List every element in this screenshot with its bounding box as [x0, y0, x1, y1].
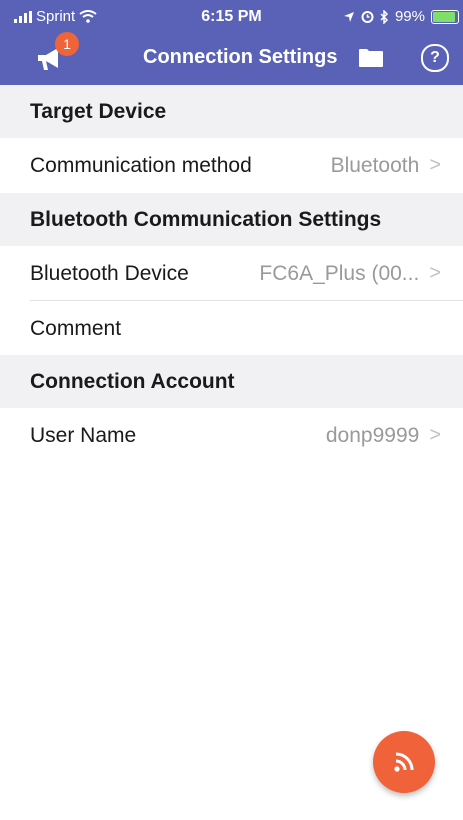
comment-label: Comment: [30, 316, 122, 340]
bluetooth-device-label: Bluetooth Device: [30, 261, 189, 285]
folder-icon[interactable]: [358, 48, 384, 68]
user-name-label: User Name: [30, 423, 137, 447]
user-name-value: donp9999: [325, 423, 420, 447]
broadcast-icon: [394, 752, 414, 772]
app-bar: 1 Connection Settings ?: [0, 32, 463, 85]
battery-icon: [431, 9, 459, 24]
top-bar: Sprint 6:15 PM 99% 1 Connection Settings…: [0, 0, 463, 85]
chevron-right-icon: >: [429, 262, 441, 284]
chevron-right-icon: >: [429, 424, 441, 446]
bluetooth-device-value: FC6A_Plus (00...: [259, 261, 420, 285]
bluetooth-icon: [380, 9, 389, 24]
communication-method-value: Bluetooth: [330, 153, 420, 177]
chevron-right-icon: >: [429, 154, 441, 176]
battery-percent: 99%: [394, 8, 425, 25]
bluetooth-device-row[interactable]: Bluetooth Device FC6A_Plus (00... >: [0, 246, 463, 301]
section-connection-account: Connection Account: [0, 355, 463, 408]
status-bar: Sprint 6:15 PM 99%: [0, 0, 463, 32]
status-right: 99%: [343, 8, 459, 25]
communication-method-label: Communication method: [30, 153, 252, 177]
comment-row[interactable]: Comment: [0, 301, 463, 356]
location-icon: [343, 11, 354, 22]
broadcast-button[interactable]: [373, 731, 435, 793]
alarm-icon: [361, 11, 374, 23]
user-name-row[interactable]: User Name donp9999 >: [0, 408, 463, 463]
notification-badge: 1: [55, 32, 79, 56]
section-target-device: Target Device: [0, 85, 463, 138]
page-title: Connection Settings: [143, 46, 338, 68]
communication-method-row[interactable]: Communication method Bluetooth >: [0, 138, 463, 193]
section-bluetooth-settings: Bluetooth Communication Settings: [0, 193, 463, 246]
help-icon[interactable]: ?: [421, 44, 449, 72]
